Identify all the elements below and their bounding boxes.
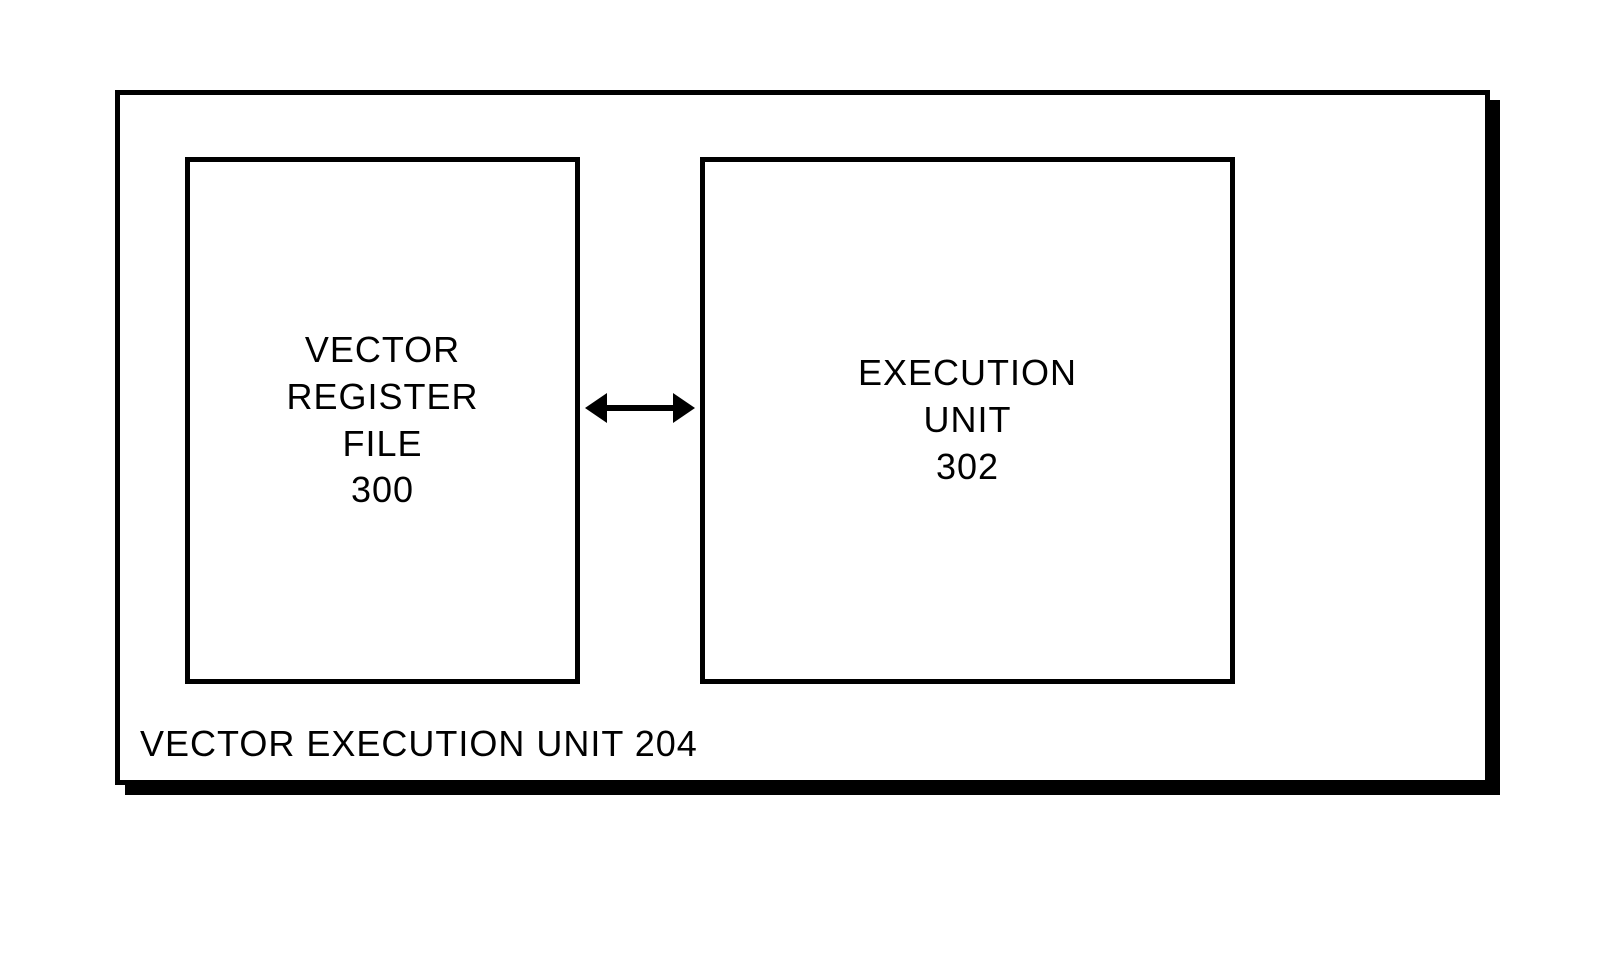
vector-execution-unit-block: VECTOR REGISTER FILE 300 EXECUTION UNIT … [115, 90, 1490, 785]
outer-block-label: VECTOR EXECUTION UNIT 204 [140, 723, 698, 765]
line3: FILE [342, 423, 422, 464]
label-prefix: VECTOR EXECUTION UNIT [140, 723, 624, 764]
label-number: 204 [635, 723, 698, 764]
bidirectional-arrow [585, 393, 695, 423]
execution-unit-block: EXECUTION UNIT 302 [700, 157, 1235, 684]
outer-box: VECTOR REGISTER FILE 300 EXECUTION UNIT … [115, 90, 1490, 785]
line1: VECTOR [305, 329, 460, 370]
block-text: EXECUTION UNIT 302 [858, 350, 1077, 490]
vector-register-file-block: VECTOR REGISTER FILE 300 [185, 157, 580, 684]
line2: UNIT [924, 399, 1012, 440]
arrow-line [597, 405, 683, 411]
line1: EXECUTION [858, 352, 1077, 393]
block-text: VECTOR REGISTER FILE 300 [286, 327, 478, 514]
block-number: 300 [351, 469, 414, 510]
arrow-head-right [673, 393, 695, 423]
block-number: 302 [936, 446, 999, 487]
line2: REGISTER [286, 376, 478, 417]
